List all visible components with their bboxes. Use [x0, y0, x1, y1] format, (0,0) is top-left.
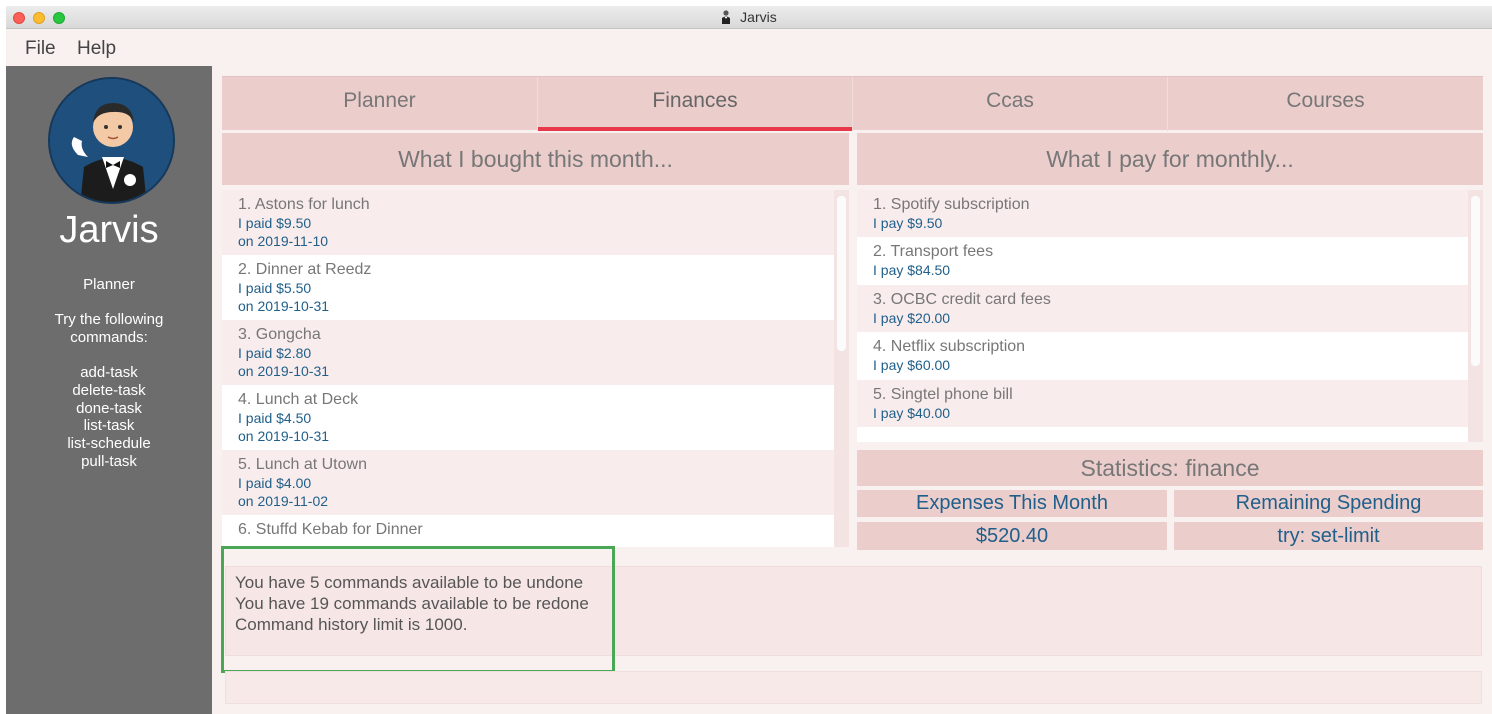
instalment-row[interactable]: 2. Transport fees I pay $84.50: [857, 237, 1483, 285]
sidebar-hint: Try the following commands:: [54, 311, 164, 346]
app-name: Jarvis: [59, 209, 159, 251]
butler-icon: [722, 10, 731, 24]
purchase-paid: I paid $4.00: [238, 475, 312, 491]
purchase-date: on 2019-10-31: [238, 428, 330, 444]
purchase-paid: I paid $2.80: [238, 345, 312, 361]
purchase-row[interactable]: 1. Astons for lunch I paid $9.50 on 2019…: [222, 190, 849, 255]
purchase-row[interactable]: 6. Stuffd Kebab for Dinner: [222, 515, 849, 547]
purchase-name: 5. Lunch at Utown: [238, 456, 367, 473]
purchase-name: 4. Lunch at Deck: [238, 391, 359, 408]
purchase-list-scrollbar[interactable]: [834, 190, 849, 547]
purchase-row[interactable]: 5. Lunch at Utown I paid $4.00 on 2019-1…: [222, 450, 849, 515]
sidebar-command-pull-task: pull-task: [81, 453, 137, 470]
sidebar-command-delete-task: delete-task: [72, 382, 146, 399]
purchase-date: on 2019-11-02: [238, 493, 329, 509]
instalment-name: 5. Singtel phone bill: [873, 386, 1013, 403]
instalments-header: What I pay for monthly...: [857, 133, 1483, 185]
menu-help[interactable]: Help: [77, 38, 116, 60]
title-bar: Jarvis: [6, 6, 1492, 29]
menu-file[interactable]: File: [25, 38, 56, 60]
instalment-name: 4. Netflix subscription: [873, 338, 1026, 355]
instalment-list-scrollbar[interactable]: [1468, 190, 1483, 442]
tab-courses[interactable]: Courses: [1168, 77, 1483, 131]
purchase-row[interactable]: 2. Dinner at Reedz I paid $5.50 on 2019-…: [222, 255, 849, 320]
sidebar-section-title: Planner: [83, 276, 135, 293]
tab-bar: Planner Finances Ccas Courses: [222, 76, 1483, 131]
instalment-name: 2. Transport fees: [873, 243, 994, 260]
instalment-row[interactable]: 4. Netflix subscription I pay $60.00: [857, 332, 1483, 380]
statistics-title: Statistics: finance: [857, 450, 1483, 486]
purchases-header: What I bought this month...: [222, 133, 849, 185]
purchase-name: 1. Astons for lunch: [238, 196, 370, 213]
instalment-pay: I pay $9.50: [873, 215, 943, 231]
purchase-list-scroll-thumb[interactable]: [837, 196, 846, 351]
purchase-paid: I paid $4.50: [238, 410, 312, 426]
purchase-paid: I paid $5.50: [238, 280, 312, 296]
sidebar-command-list-task: list-task: [83, 417, 135, 434]
instalment-pay: I pay $40.00: [873, 405, 951, 421]
tab-ccas[interactable]: Ccas: [853, 77, 1168, 131]
purchase-list[interactable]: 1. Astons for lunch I paid $9.50 on 2019…: [222, 190, 849, 547]
purchase-paid: I paid $9.50: [238, 215, 312, 231]
sidebar-command-done-task: done-task: [76, 400, 142, 417]
expenses-label: Expenses This Month: [857, 490, 1167, 517]
instalment-name: 3. OCBC credit card fees: [873, 291, 1051, 308]
tab-finances[interactable]: Finances: [538, 77, 853, 131]
instalment-name: 1. Spotify subscription: [873, 196, 1030, 213]
purchase-name: 6. Stuffd Kebab for Dinner: [238, 521, 423, 538]
instalment-pay: I pay $84.50: [873, 262, 951, 278]
window-title: Jarvis: [6, 9, 1492, 25]
app-window: Jarvis File Help Jarvis Planner Try the …: [6, 6, 1492, 714]
purchase-date: on 2019-10-31: [238, 363, 330, 379]
remaining-value: try: set-limit: [1174, 522, 1483, 550]
sidebar: Jarvis Planner Try the following command…: [6, 66, 212, 714]
instalment-pay: I pay $20.00: [873, 310, 951, 326]
butler-avatar-icon: [48, 77, 175, 204]
expenses-value: $520.40: [857, 522, 1167, 550]
purchase-date: on 2019-11-10: [238, 233, 329, 249]
window-title-text: Jarvis: [740, 9, 777, 25]
instalment-row[interactable]: [857, 427, 1483, 442]
remaining-label: Remaining Spending: [1174, 490, 1483, 517]
menu-bar: File Help: [6, 30, 1492, 66]
purchase-name: 3. Gongcha: [238, 326, 321, 343]
highlight-box: [221, 546, 615, 673]
instalment-row[interactable]: 3. OCBC credit card fees I pay $20.00: [857, 285, 1483, 332]
purchase-row[interactable]: 3. Gongcha I paid $2.80 on 2019-10-31: [222, 320, 849, 385]
instalment-row[interactable]: 1. Spotify subscription I pay $9.50: [857, 190, 1483, 237]
instalment-row[interactable]: 5. Singtel phone bill I pay $40.00: [857, 380, 1483, 427]
purchase-name: 2. Dinner at Reedz: [238, 261, 372, 278]
instalment-list-scroll-thumb[interactable]: [1471, 196, 1480, 366]
sidebar-command-add-task: add-task: [80, 364, 138, 381]
purchase-row[interactable]: 4. Lunch at Deck I paid $4.50 on 2019-10…: [222, 385, 849, 450]
instalment-list[interactable]: 1. Spotify subscription I pay $9.50 2. T…: [857, 190, 1483, 442]
purchase-date: on 2019-10-31: [238, 298, 330, 314]
instalment-pay: I pay $60.00: [873, 357, 951, 373]
tab-planner[interactable]: Planner: [222, 77, 538, 131]
sidebar-command-list-schedule: list-schedule: [67, 435, 151, 452]
command-input[interactable]: [225, 671, 1482, 704]
